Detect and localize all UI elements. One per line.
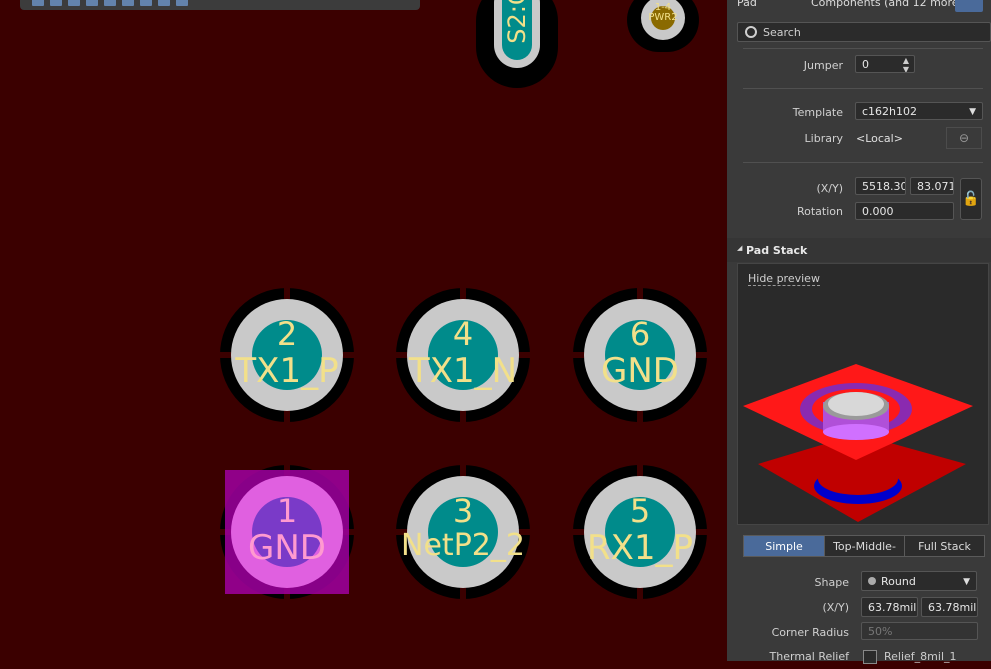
pad-5[interactable]: 5 RX1_P [571, 463, 709, 601]
pad-6[interactable]: 6 GND [571, 286, 709, 424]
rotation-input[interactable]: 0.000 [855, 202, 954, 220]
top-oblong-pad[interactable]: S2:C [476, 0, 558, 88]
panel-header-left: Pad [737, 0, 757, 9]
location-row: (X/Y) 5518.30 83.071 [727, 177, 991, 201]
pad-number: 1 [276, 492, 298, 530]
lock-icon[interactable]: 🔓 [960, 178, 982, 220]
text-icon[interactable] [158, 0, 170, 6]
pcb-toolbar [20, 0, 420, 10]
y-input[interactable]: 83.071 [910, 177, 954, 195]
library-row: Library <Local> ⊖ [727, 127, 991, 151]
collapse-arrow-icon: ◢ [737, 244, 743, 252]
location-label: (X/Y) [816, 182, 843, 195]
pad-number: 4 [452, 315, 474, 353]
pad-net-label: GND [248, 528, 326, 568]
component-icon[interactable] [104, 0, 116, 6]
size-row: (X/Y) 63.78mil 63.78mil [727, 596, 991, 620]
align-icon[interactable] [68, 0, 80, 6]
template-select[interactable]: c162h102 ▼ [855, 102, 983, 120]
padstack-preview: Hide preview [737, 263, 989, 525]
thermal-value[interactable]: Relief_8mil_1 [884, 650, 957, 663]
route-icon[interactable] [32, 0, 44, 6]
corner-label: Corner Radius [771, 626, 849, 639]
panel-header-right[interactable]: Components (and 12 more) [811, 0, 963, 9]
thermal-row: Thermal Relief Relief_8mil_1 [727, 645, 991, 669]
library-value: <Local> [856, 132, 903, 145]
search-input[interactable]: Search [763, 26, 801, 39]
search-box[interactable]: Search [737, 22, 991, 42]
jumper-stepper[interactable]: 0 ▲ ▼ [855, 55, 915, 73]
library-label: Library [804, 132, 843, 145]
jumper-row: Jumper 0 ▲ ▼ [727, 54, 991, 78]
corner-radius-input: 50% [861, 622, 978, 640]
pad-1[interactable]: 1 GND [218, 463, 356, 601]
pad-net-label: TX1_P [235, 351, 339, 391]
template-label: Template [792, 106, 843, 119]
size-label: (X/Y) [822, 601, 849, 614]
via-icon[interactable] [122, 0, 134, 6]
round-shape-icon [868, 577, 876, 585]
x-input[interactable]: 5518.30 [855, 177, 906, 195]
thermal-label: Thermal Relief [769, 650, 849, 663]
panel-header: Pad Components (and 12 more) [727, 0, 991, 16]
pad-net-label: GND [601, 351, 679, 391]
properties-panel: Pad Components (and 12 more) Search Jump… [727, 0, 991, 664]
pcb-canvas[interactable]: S2:C 1-4 PWR2 2 TX1_P 4 TX1_N 6 GND 1 GND 3 NetP2… [0, 0, 727, 661]
size-y-input[interactable]: 63.78mil [921, 597, 978, 617]
link-icon[interactable]: ⊖ [946, 127, 982, 149]
pad-4[interactable]: 4 TX1_N [394, 286, 532, 424]
tab-simple[interactable]: Simple [743, 535, 825, 557]
small-pad-label: 1-4 PWR2 [648, 2, 678, 23]
select-icon[interactable] [50, 0, 62, 6]
pad-net-label: NetP2_2 [401, 528, 525, 563]
chevron-down-icon: ▼ [963, 577, 970, 587]
pad-net-label: RX1_P [586, 528, 694, 568]
shape-label: Shape [814, 576, 849, 589]
pad-number: 2 [276, 315, 298, 353]
search-icon [745, 26, 757, 38]
shape-select[interactable]: Round ▼ [861, 571, 977, 591]
template-row: Template c162h102 ▼ [727, 101, 991, 125]
place-icon[interactable] [86, 0, 98, 6]
pad-number: 3 [452, 492, 474, 530]
top-component-label: S2:C [503, 0, 531, 44]
stepper-arrows-icon[interactable]: ▲ ▼ [903, 56, 909, 72]
size-x-input[interactable]: 63.78mil [861, 597, 918, 617]
pad-number: 5 [629, 492, 651, 530]
padstack-title: Pad Stack [746, 244, 808, 257]
chevron-down-icon: ▼ [969, 107, 976, 117]
small-pad-pwr2[interactable]: 1-4 PWR2 [627, 0, 699, 52]
jumper-label: Jumper [803, 59, 843, 72]
tab-top-middle-bottom[interactable]: Top-Middle-Bottom [824, 535, 905, 557]
pad-number: 6 [629, 315, 651, 353]
thermal-checkbox[interactable] [863, 650, 877, 664]
shape-row: Shape Round ▼ [727, 571, 991, 595]
rotation-label: Rotation [796, 205, 843, 218]
padstack-section-header[interactable]: ◢ Pad Stack [727, 238, 991, 262]
filter-button[interactable] [955, 0, 983, 12]
pad-net-label: TX1_N [408, 351, 518, 391]
corner-row: Corner Radius 50% [727, 621, 991, 645]
tab-full-stack[interactable]: Full Stack [904, 535, 985, 557]
pad-3[interactable]: 3 NetP2_2 [394, 463, 532, 601]
pad-2[interactable]: 2 TX1_P [218, 286, 356, 424]
measure-icon[interactable] [176, 0, 188, 6]
rotation-row: Rotation 0.000 [727, 200, 991, 224]
padstack-3d-preview [743, 364, 973, 522]
polygon-icon[interactable] [140, 0, 152, 6]
